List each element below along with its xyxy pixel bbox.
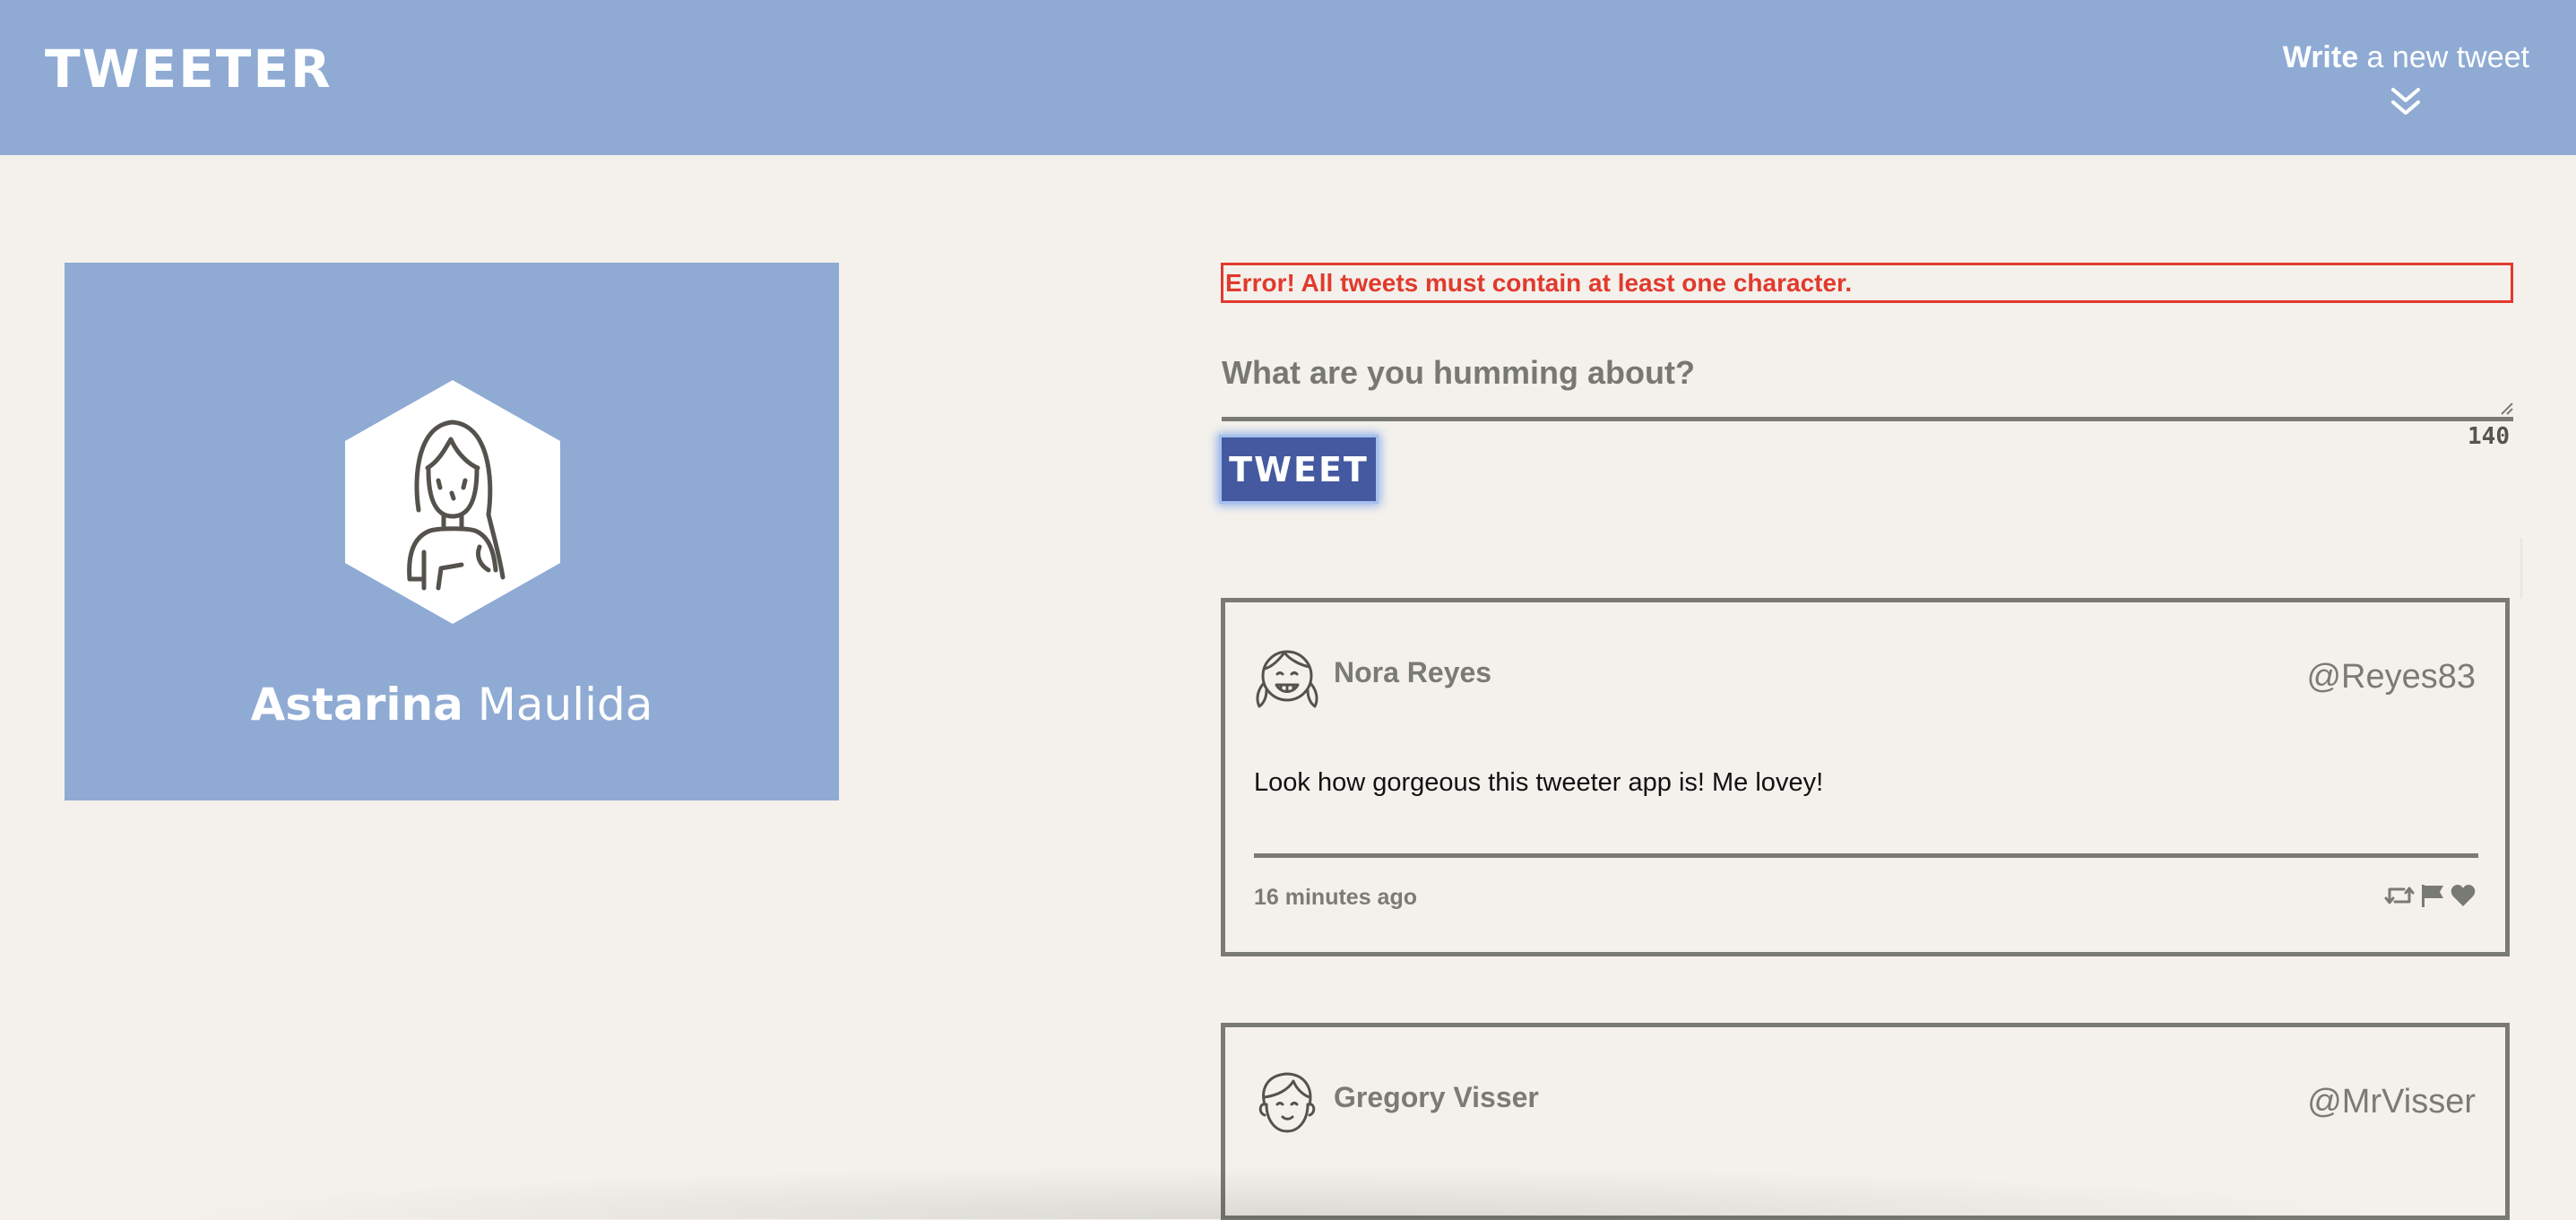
tweet-author-name: Gregory Visser bbox=[1334, 1081, 1539, 1113]
tweet-author-handle: @MrVisser bbox=[2307, 1083, 2476, 1120]
profile-name: Astarina Maulida bbox=[65, 680, 839, 730]
app-logo[interactable]: TWEETER bbox=[45, 43, 333, 95]
profile-last-name: Maulida bbox=[477, 679, 653, 731]
tweet-card: Nora Reyes @Reyes83 Look how gorgeous th… bbox=[1221, 598, 2510, 956]
heart-icon[interactable] bbox=[2451, 884, 2476, 912]
write-new-tweet-toggle[interactable]: Write a new tweet bbox=[2225, 39, 2529, 115]
retweet-icon[interactable] bbox=[2384, 884, 2415, 912]
tweet-text-input[interactable] bbox=[1222, 354, 2513, 421]
write-label-bold: Write bbox=[2282, 40, 2359, 74]
tweet-card: Gregory Visser @MrVisser bbox=[1221, 1023, 2510, 1220]
profile-card: Astarina Maulida bbox=[65, 263, 839, 800]
tweet-divider bbox=[1254, 853, 2478, 858]
error-message: Error! All tweets must contain at least … bbox=[1221, 263, 2513, 303]
tweet-author-handle: @Reyes83 bbox=[2306, 658, 2476, 696]
character-counter: 140 bbox=[2468, 423, 2510, 450]
tweet-actions bbox=[2384, 884, 2476, 911]
write-new-tweet-label[interactable]: Write a new tweet bbox=[2225, 39, 2529, 76]
tweet-timestamp: 16 minutes ago bbox=[1254, 885, 1417, 910]
resize-grip-icon[interactable] bbox=[2499, 401, 2513, 415]
profile-first-name: Astarina bbox=[250, 679, 463, 731]
girl-avatar-icon bbox=[1256, 650, 1318, 708]
boy-avatar-icon bbox=[1258, 1072, 1316, 1133]
tweet-author-name: Nora Reyes bbox=[1334, 656, 1492, 688]
write-label-rest: a new tweet bbox=[2358, 40, 2529, 74]
woman-avatar-icon bbox=[345, 380, 560, 624]
top-nav: TWEETER Write a new tweet bbox=[0, 0, 2576, 155]
tweet-submit-button[interactable]: TWEET bbox=[1219, 435, 1379, 504]
flag-icon[interactable] bbox=[2420, 883, 2445, 913]
double-chevron-down-icon[interactable] bbox=[2388, 86, 2424, 118]
divider bbox=[2520, 538, 2522, 599]
tweet-body: Look how gorgeous this tweeter app is! M… bbox=[1254, 768, 1824, 797]
